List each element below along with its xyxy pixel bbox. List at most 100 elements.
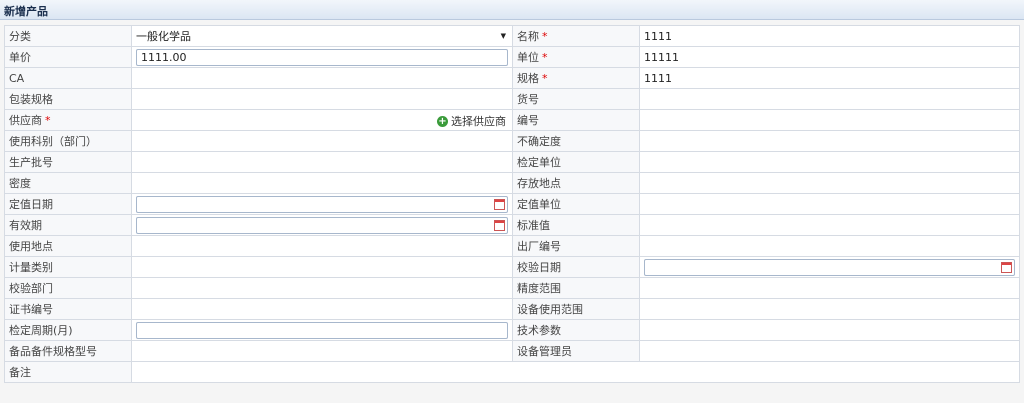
valuation-date-input[interactable] — [136, 195, 508, 213]
certificate-no-field[interactable] — [131, 298, 513, 320]
package-spec-label: 包装规格 — [4, 88, 132, 110]
equipment-manager-label: 设备管理员 — [512, 340, 640, 362]
usage-location-label: 使用地点 — [4, 235, 132, 257]
density-label: 密度 — [4, 172, 132, 194]
product-form: 分类 一般化学品▼ 名称* 1111 单价 单位* 11111 CA 规格* 1… — [4, 25, 1020, 383]
standard-value-field[interactable] — [639, 214, 1020, 236]
calibration-dept-field[interactable] — [131, 277, 513, 299]
uncertainty-label: 不确定度 — [512, 130, 640, 152]
cas-field[interactable] — [131, 67, 513, 89]
expiry-date-input[interactable] — [136, 216, 508, 234]
price-label: 单价 — [4, 46, 132, 68]
form-row: 有效期 标准值 — [4, 214, 1020, 236]
equipment-scope-label: 设备使用范围 — [512, 298, 640, 320]
category-value: 一般化学品 — [136, 30, 191, 43]
form-header: 新增产品 — [0, 0, 1024, 20]
equipment-scope-field[interactable] — [639, 298, 1020, 320]
calendar-icon[interactable] — [1001, 261, 1012, 273]
category-label: 分类 — [4, 25, 132, 47]
supplier-field: + 选择供应商 — [131, 109, 513, 131]
select-supplier-button[interactable]: + 选择供应商 — [437, 113, 506, 129]
required-mark: * — [45, 114, 51, 127]
tech-params-label: 技术参数 — [512, 319, 640, 341]
storage-location-field[interactable] — [639, 172, 1020, 194]
form-row: 包装规格 货号 — [4, 88, 1020, 110]
form-row: 分类 一般化学品 ▼ 名称 * 1111 — [4, 25, 1020, 47]
supplier-label: 供应商 — [9, 114, 42, 127]
page-title: 新增产品 — [4, 5, 48, 18]
batch-no-field[interactable] — [131, 151, 513, 173]
calibration-dept-label: 校验部门 — [4, 277, 132, 299]
form-row: 备品备件规格型号 设备管理员 — [4, 340, 1020, 362]
name-field[interactable]: 1111 — [639, 25, 1020, 47]
unit-label-cell: 单位 * — [512, 46, 640, 68]
density-field[interactable] — [131, 172, 513, 194]
category-select[interactable]: 一般化学品 ▼ — [131, 25, 513, 47]
form-row: 检定周期(月) 技术参数 — [4, 319, 1020, 341]
spec-label-cell: 规格 * — [512, 67, 640, 89]
accuracy-range-field[interactable] — [639, 277, 1020, 299]
form-row: CA 规格 * 1111 — [4, 67, 1020, 89]
required-mark: * — [542, 72, 548, 85]
form-row: 单价 单位* 11111 — [4, 46, 1020, 68]
price-input[interactable] — [136, 48, 508, 66]
remarks-label: 备注 — [4, 361, 132, 383]
package-spec-field[interactable] — [131, 88, 513, 110]
form-row: 使用地点 出厂编号 — [4, 235, 1020, 257]
form-row: 校验部门 精度范围 — [4, 277, 1020, 299]
supplier-label-cell: 供应商 * — [4, 109, 132, 131]
name-label-cell: 名称 * — [512, 25, 640, 47]
spare-parts-field[interactable] — [131, 340, 513, 362]
required-mark: * — [542, 30, 548, 43]
item-no-label: 货号 — [512, 88, 640, 110]
code-label: 编号 — [512, 109, 640, 131]
form-row: 定值日期 定值单位 — [4, 193, 1020, 215]
code-field[interactable] — [639, 109, 1020, 131]
form-row: 备注 — [4, 361, 1020, 383]
calendar-icon[interactable] — [494, 198, 505, 210]
calibration-period-label: 检定周期(月) — [4, 319, 132, 341]
chevron-down-icon: ▼ — [500, 32, 506, 40]
factory-no-field[interactable] — [639, 235, 1020, 257]
valuation-unit-label: 定值单位 — [512, 193, 640, 215]
usage-category-label: 使用科别（部门） — [4, 130, 132, 152]
cas-label: CA — [4, 67, 132, 89]
spare-parts-label: 备品备件规格型号 — [4, 340, 132, 362]
calendar-icon[interactable] — [494, 219, 505, 231]
required-mark: * — [542, 51, 548, 64]
form-row: 密度 存放地点 — [4, 172, 1020, 194]
uncertainty-field[interactable] — [639, 130, 1020, 152]
accuracy-range-label: 精度范围 — [512, 277, 640, 299]
standard-value-label: 标准值 — [512, 214, 640, 236]
unit-label: 单位 — [517, 51, 539, 64]
valuation-date-label: 定值日期 — [4, 193, 132, 215]
equipment-manager-field[interactable] — [639, 340, 1020, 362]
batch-no-label: 生产批号 — [4, 151, 132, 173]
usage-location-field[interactable] — [131, 235, 513, 257]
calibration-date-input[interactable] — [644, 258, 1015, 276]
item-no-field[interactable] — [639, 88, 1020, 110]
metrology-type-field[interactable] — [131, 256, 513, 278]
tech-params-field[interactable] — [639, 319, 1020, 341]
form-row: 使用科别（部门） 不确定度 — [4, 130, 1020, 152]
factory-no-label: 出厂编号 — [512, 235, 640, 257]
remarks-field[interactable] — [131, 361, 1020, 383]
spec-field[interactable]: 1111 — [639, 67, 1020, 89]
spec-label: 规格 — [517, 72, 539, 85]
name-label: 名称 — [517, 30, 539, 43]
form-row: 生产批号 检定单位 — [4, 151, 1020, 173]
form-row: 供应商 * + 选择供应商 编号 — [4, 109, 1020, 131]
calibration-unit-field[interactable] — [639, 151, 1020, 173]
calibration-date-label: 校验日期 — [512, 256, 640, 278]
usage-category-field[interactable] — [131, 130, 513, 152]
form-row: 计量类别 校验日期 — [4, 256, 1020, 278]
unit-field[interactable]: 11111 — [639, 46, 1020, 68]
expiry-label: 有效期 — [4, 214, 132, 236]
valuation-unit-field[interactable] — [639, 193, 1020, 215]
form-row: 证书编号 设备使用范围 — [4, 298, 1020, 320]
calibration-unit-label: 检定单位 — [512, 151, 640, 173]
select-supplier-label: 选择供应商 — [451, 115, 506, 128]
certificate-no-label: 证书编号 — [4, 298, 132, 320]
plus-circle-icon: + — [437, 115, 448, 127]
calibration-period-input[interactable] — [136, 321, 508, 339]
